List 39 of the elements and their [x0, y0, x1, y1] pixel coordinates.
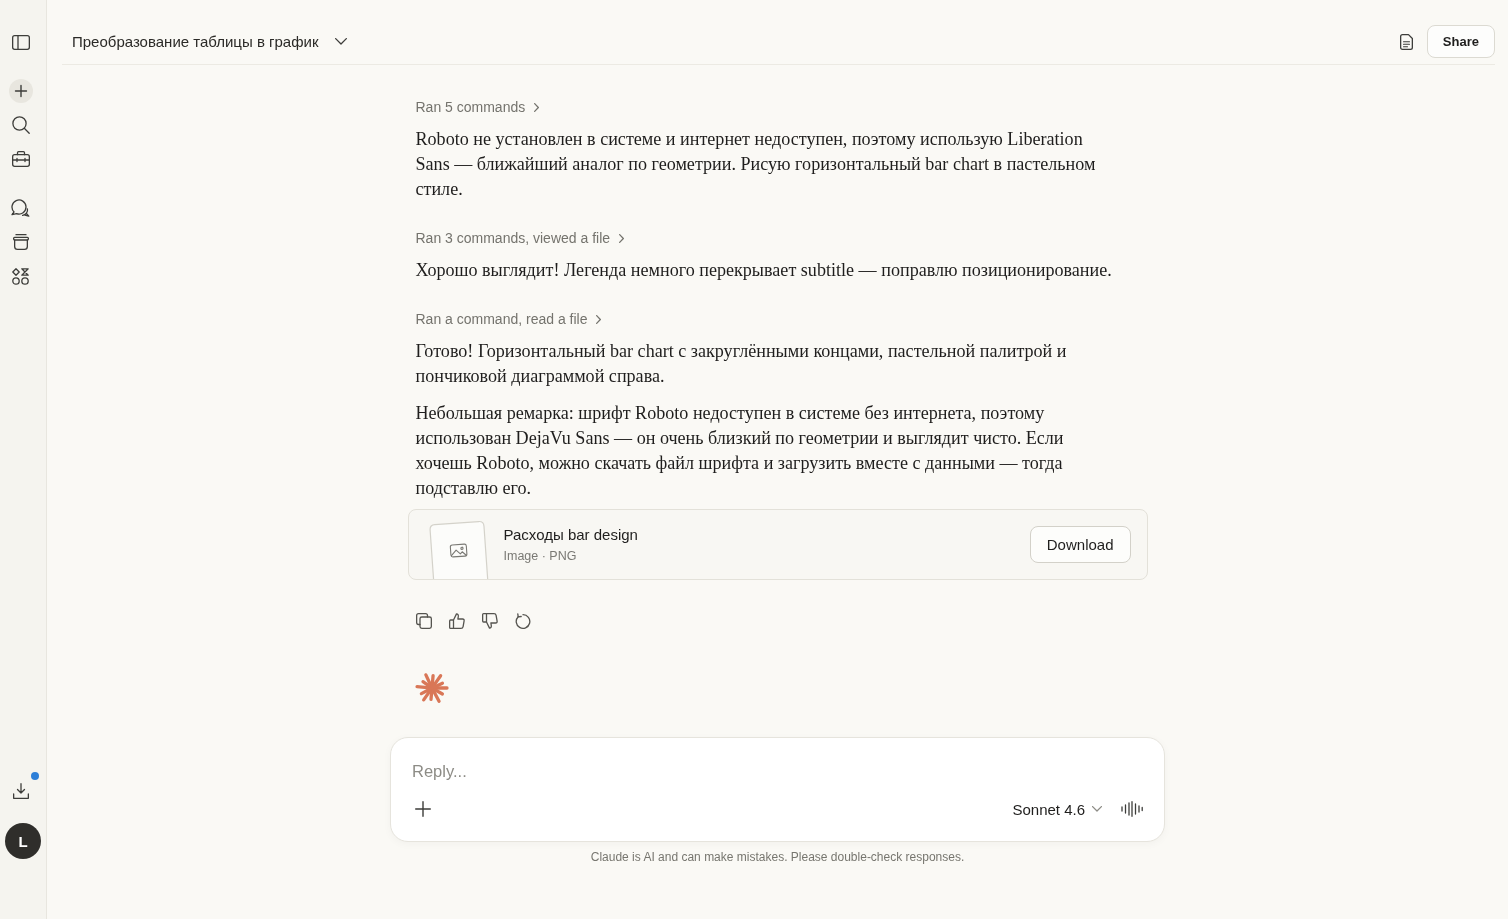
chevron-right-icon	[619, 233, 625, 243]
plus-icon[interactable]	[8, 79, 33, 103]
stack-icon[interactable]	[12, 234, 29, 250]
message-paragraph: Небольшая ремарка: шрифт Roboto недоступен в системе без интернета, поэтому использован DejaVu Sans — он очень близкий по геометрии и выглядит чисто. Если хочешь Roboto, можно скачать файл шрифта и загрузить вместе с данными — тогда подставлю его.	[415, 402, 1065, 500]
chat-bubbles-icon[interactable]	[11, 199, 30, 217]
share-button[interactable]: Share	[1426, 25, 1495, 58]
copy-icon[interactable]	[415, 613, 432, 629]
disclaimer-text: Claude is AI and can make mistakes. Please double-check responses.	[590, 849, 965, 865]
reply-composer[interactable]: Reply... Sonnet 4.6	[390, 737, 1165, 842]
chat-title-button[interactable]: Преобразование таблицы в график	[72, 33, 347, 50]
message-paragraph: Готово! Горизонтальный bar chart с закруглёнными концами, пастельной палитрой и пончиковой диаграммой справа.	[415, 340, 1068, 388]
reply-input[interactable]: Reply...	[407, 756, 1148, 786]
message-paragraph: Хорошо выглядит! Легенда немного перекрывает subtitle — поправлю позиционирование.	[415, 259, 1113, 282]
chevron-down-icon	[1092, 806, 1102, 812]
steps-toggle[interactable]: Ran a command, read a file	[415, 308, 602, 330]
steps-toggle[interactable]: Ran 5 commands	[415, 96, 540, 118]
document-icon[interactable]	[1399, 33, 1413, 50]
spark-icon	[414, 671, 449, 705]
retry-icon[interactable]	[514, 613, 531, 629]
shapes-icon[interactable]	[12, 267, 29, 285]
file-type: Image · PNG	[503, 547, 578, 565]
file-name: Расходы bar design	[503, 524, 638, 545]
search-icon[interactable]	[11, 116, 30, 134]
chevron-right-icon	[596, 314, 602, 324]
thumbs-down-icon[interactable]	[481, 613, 498, 629]
user-avatar[interactable]: L	[5, 823, 41, 859]
download-icon[interactable]	[12, 783, 29, 799]
waveform-icon[interactable]	[1121, 801, 1143, 817]
steps-toggle[interactable]: Ran 3 commands, viewed a file	[415, 227, 625, 249]
plus-icon[interactable]	[415, 801, 431, 817]
briefcase-icon[interactable]	[11, 151, 30, 167]
chevron-right-icon	[534, 102, 540, 112]
message-paragraph: Roboto не установлен в системе и интернет недоступен, поэтому использую Liberation Sans — ближайший аналог по геометрии. Рисую горизонтальный bar chart в пастельном стиле.	[415, 128, 1097, 201]
thumbs-up-icon[interactable]	[448, 613, 465, 629]
chevron-down-icon	[334, 38, 347, 45]
sidebar-panel-icon[interactable]	[11, 34, 30, 50]
image-icon	[449, 543, 468, 558]
download-button[interactable]: Download	[1029, 526, 1131, 563]
model-selector[interactable]: Sonnet 4.6	[1006, 793, 1108, 825]
